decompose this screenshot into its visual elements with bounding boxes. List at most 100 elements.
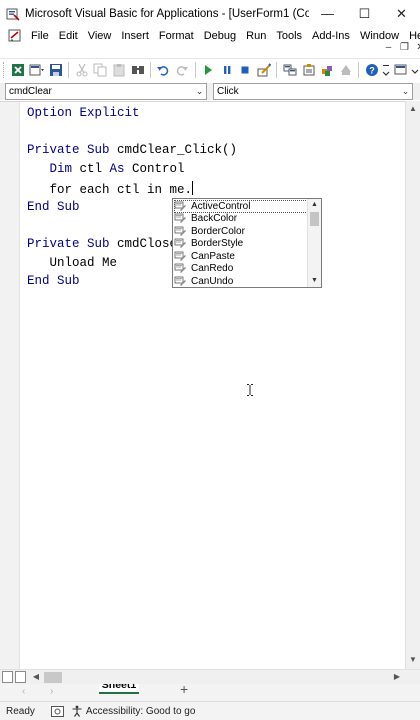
scroll-up-arrow-icon[interactable]: ▲ (308, 199, 321, 210)
mdi-restore-button[interactable]: ❐ (398, 41, 411, 54)
toolbar-separator (194, 61, 196, 78)
code-line[interactable]: Unload Me (27, 255, 118, 270)
copy-icon[interactable] (91, 60, 110, 79)
maximize-button[interactable]: ☐ (346, 0, 383, 27)
menu-run[interactable]: Run (241, 30, 271, 42)
menu-debug[interactable]: Debug (199, 30, 241, 42)
intellisense-item[interactable]: CanPaste (174, 250, 308, 263)
code-line[interactable]: Dim ctl As Control (27, 162, 185, 176)
mdi-controls: – ❐ ✕ (382, 41, 420, 54)
scroll-left-arrow-icon[interactable]: ◀ (29, 670, 43, 684)
intellisense-item[interactable]: CanRedo (174, 263, 308, 276)
excel-icon[interactable] (9, 60, 28, 79)
code-window-icon[interactable] (8, 29, 22, 43)
reset-icon[interactable] (236, 60, 255, 79)
toolbar-separator (150, 61, 152, 78)
horizontal-scrollbar[interactable]: ◀ ▶ (0, 669, 420, 684)
menu-edit[interactable]: Edit (54, 30, 83, 42)
intellisense-item[interactable]: BackColor (174, 213, 308, 226)
scroll-down-arrow-icon[interactable]: ▼ (308, 275, 321, 286)
redo-icon[interactable] (173, 60, 192, 79)
margin-indicator-bar[interactable] (0, 102, 20, 669)
scroll-right-arrow-icon[interactable]: ▶ (390, 670, 404, 684)
sheet-nav-next-icon[interactable]: › (50, 686, 53, 697)
mdi-close-button[interactable]: ✕ (414, 41, 420, 54)
intellisense-scrollbar[interactable]: ▲ ▼ (307, 199, 321, 287)
accessibility-icon[interactable] (71, 705, 83, 717)
code-text: Control (132, 162, 185, 177)
scroll-down-arrow-icon[interactable]: ▼ (406, 653, 420, 667)
paste-icon[interactable] (110, 60, 129, 79)
toolbar-separator (68, 61, 70, 78)
overflow-chevron-icon[interactable] (410, 60, 420, 79)
full-module-view-button[interactable] (15, 671, 26, 683)
property-icon (174, 276, 186, 286)
intellisense-item[interactable]: ActiveControl (174, 200, 308, 213)
menu-insert[interactable]: Insert (116, 30, 154, 42)
intellisense-item[interactable]: BorderColor (174, 225, 308, 238)
break-icon[interactable] (217, 60, 236, 79)
window-title: Microsoft Visual Basic for Applications … (25, 7, 309, 20)
procedure-view-button[interactable] (2, 671, 13, 683)
code-line[interactable]: Private Sub cmdClear_Click() (27, 143, 237, 157)
procedure-dropdown[interactable]: Click ⌄ (213, 83, 413, 100)
close-button[interactable]: ✕ (383, 0, 420, 27)
intellisense-item[interactable]: CanUndo (174, 275, 308, 288)
menu-view[interactable]: View (83, 30, 117, 42)
accessibility-status[interactable]: Accessibility: Good to go (86, 706, 196, 717)
view-code-icon[interactable] (391, 60, 410, 79)
intellisense-item-label: BorderColor (191, 225, 245, 237)
intellisense-scroll-thumb[interactable] (310, 212, 319, 226)
add-sheet-icon[interactable]: + (180, 684, 188, 697)
chevron-down-icon[interactable]: ⌄ (399, 86, 412, 97)
undo-icon[interactable] (154, 60, 173, 79)
intellisense-item-label: CanPaste (191, 250, 235, 262)
menu-format[interactable]: Format (154, 30, 199, 42)
code-line[interactable]: Option Explicit (27, 106, 140, 120)
code-text: cmdClear_Click() (117, 143, 238, 158)
code-editor[interactable]: Option Explicit Private Sub cmdClear_Clic… (0, 101, 405, 669)
menu-add-ins[interactable]: Add-Ins (307, 30, 355, 42)
toolbox-icon[interactable] (337, 60, 356, 79)
toolbar-grip[interactable] (3, 61, 6, 78)
cut-icon[interactable] (72, 60, 91, 79)
intellisense-item[interactable]: BorderStyle (174, 238, 308, 251)
text-caret (192, 180, 194, 195)
code-text: cmdClose (117, 236, 178, 251)
mdi-minimize-button[interactable]: – (382, 41, 395, 54)
property-icon (174, 226, 186, 236)
code-line[interactable]: Private Sub cmdClose (27, 237, 177, 251)
insert-userform-icon[interactable] (28, 60, 47, 79)
project-explorer-icon[interactable] (280, 60, 299, 79)
toolbar-options-chevron-icon[interactable] (381, 60, 391, 79)
sheet-nav-prev-icon[interactable]: ‹ (22, 686, 25, 697)
code-text: Unload Me (27, 255, 118, 270)
code-line[interactable]: for each ctl in me. (27, 180, 194, 197)
vba-app-icon[interactable] (6, 7, 20, 21)
code-line[interactable]: End Sub (27, 200, 80, 214)
intellisense-member-list[interactable]: ActiveControl BackColor BorderColor BorderS… (172, 198, 322, 288)
help-icon[interactable]: ? (362, 60, 381, 79)
toolbar-overflow (391, 60, 420, 79)
code-line[interactable]: End Sub (27, 274, 80, 288)
intellisense-item-label: CanRedo (191, 263, 234, 275)
minimize-button[interactable]: — (309, 0, 346, 27)
object-browser-icon[interactable] (318, 60, 337, 79)
properties-icon[interactable] (299, 60, 318, 79)
menu-file[interactable]: File (26, 30, 54, 42)
sheet-tab-sheet1[interactable]: Sheet1 (99, 684, 139, 694)
macro-record-icon[interactable] (50, 705, 64, 717)
vertical-scrollbar[interactable]: ▲ ▼ (405, 101, 420, 669)
find-icon[interactable] (128, 60, 147, 79)
procedure-dropdown-value: Click (217, 86, 239, 97)
horizontal-scroll-thumb[interactable] (44, 672, 62, 683)
menu-tools[interactable]: Tools (271, 30, 307, 42)
scroll-up-arrow-icon[interactable]: ▲ (406, 102, 420, 116)
toolbar-separator (358, 61, 360, 78)
chevron-down-icon[interactable]: ⌄ (193, 86, 206, 97)
run-icon[interactable] (199, 60, 218, 79)
menu-bar: File Edit View Insert Format Debug Run T… (0, 27, 420, 45)
object-dropdown[interactable]: cmdClear ⌄ (5, 83, 207, 100)
save-icon[interactable] (46, 60, 65, 79)
design-mode-icon[interactable] (255, 60, 274, 79)
